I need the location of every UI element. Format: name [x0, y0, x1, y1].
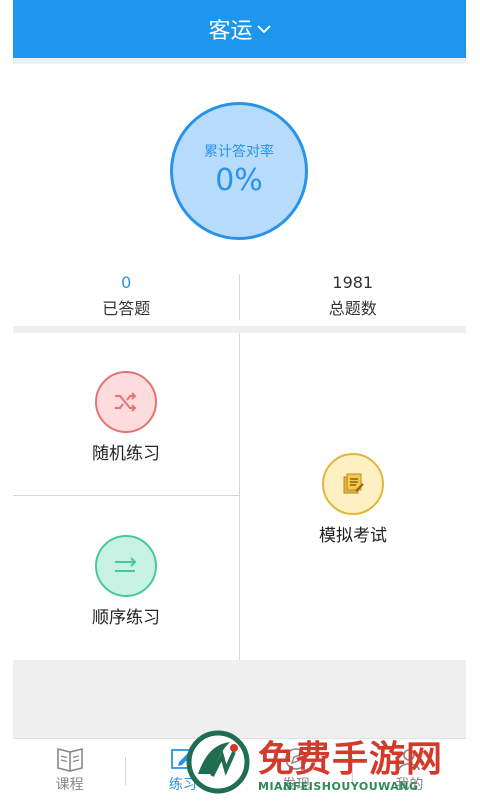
arrows-icon-circle[interactable]	[95, 535, 157, 597]
book-icon	[56, 747, 83, 772]
shuffle-icon-circle[interactable]	[95, 371, 157, 433]
random-practice-button[interactable]: 随机练习	[13, 371, 239, 464]
total-label: 总题数	[328, 299, 377, 318]
watermark-title: 免费手游网	[258, 739, 444, 780]
accuracy-label: 累计答对率	[204, 143, 274, 160]
answered-stat: 0 已答题	[13, 268, 240, 324]
header-shadow	[13, 58, 466, 64]
sequential-practice-label: 顺序练习	[92, 608, 160, 628]
random-practice-label: 随机练习	[92, 444, 160, 464]
answered-label: 已答题	[102, 299, 151, 318]
accuracy-value: 0%	[215, 162, 263, 198]
exam-paper-icon	[343, 473, 364, 494]
shuffle-icon	[115, 392, 137, 412]
chevron-down-icon[interactable]	[256, 22, 271, 36]
watermark-subtitle: MIANFEISHOUYOUWANG	[258, 780, 419, 793]
sequential-practice-button[interactable]: 顺序练习	[13, 535, 239, 628]
section-separator	[13, 326, 466, 333]
watermark: 免费手游网 MIANFEISHOUYOUWANG	[180, 726, 480, 800]
mock-exam-label: 模拟考试	[319, 526, 387, 546]
answered-count: 0	[121, 273, 132, 292]
total-count: 1981	[332, 273, 374, 292]
stats-divider	[239, 274, 240, 320]
stats-row: 0 已答题 1981 总题数	[13, 268, 466, 324]
header-title[interactable]: 客运	[208, 13, 252, 45]
header-bar[interactable]: 客运	[13, 0, 466, 58]
total-stat: 1981 总题数	[240, 268, 467, 324]
watermark-logo	[186, 730, 250, 794]
accuracy-circle: 累计答对率 0%	[170, 102, 308, 240]
practice-modes-grid: 随机练习 顺序练习 模拟考试	[13, 333, 466, 660]
tab-course[interactable]: 课程	[13, 739, 127, 801]
app-screen: 客运 累计答对率 0% 0 已答题 1981 总题数 随机练习 顺序练习 模拟考…	[13, 0, 466, 801]
tab-course-label: 课程	[55, 777, 84, 793]
double-arrow-right-icon	[115, 557, 137, 572]
exam-icon-circle[interactable]	[322, 453, 384, 515]
grid-horizontal-divider	[13, 495, 239, 496]
mock-exam-button[interactable]: 模拟考试	[240, 453, 466, 546]
